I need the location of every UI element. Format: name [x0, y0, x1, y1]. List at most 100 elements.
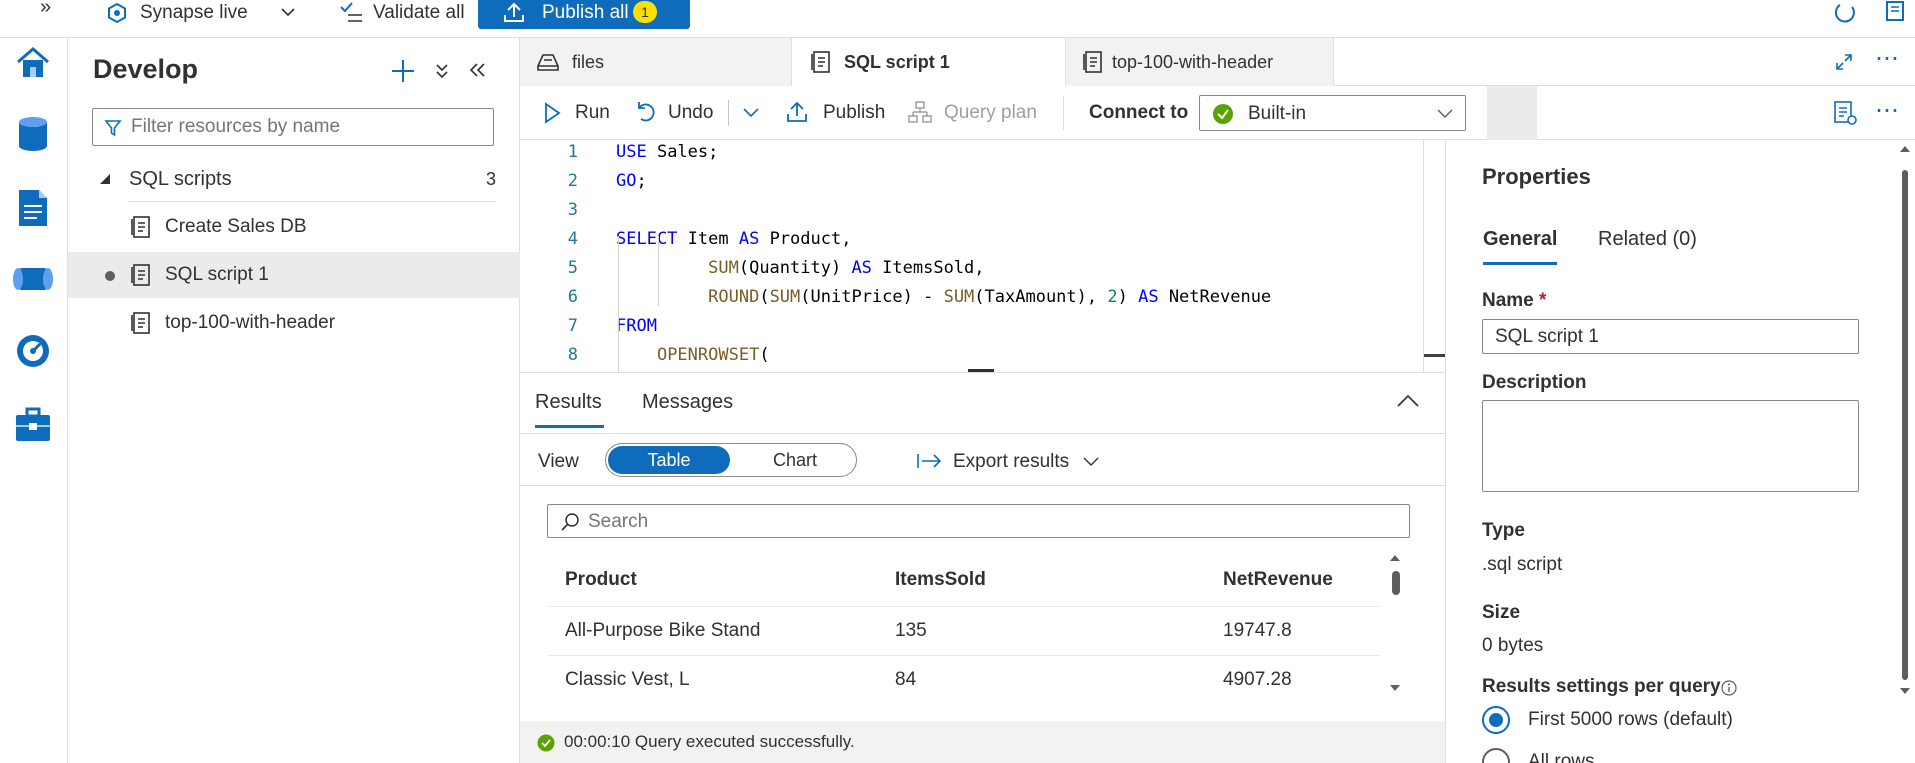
- script-icon: [810, 50, 832, 74]
- publish-all-button[interactable]: Publish all 1: [478, 0, 690, 29]
- chevron-down-icon[interactable]: [280, 6, 296, 18]
- code-token: (: [759, 287, 770, 307]
- more-tabs-icon[interactable]: ⋯: [1875, 44, 1900, 73]
- description-label: Description: [1482, 372, 1587, 393]
- tab-general[interactable]: General: [1483, 228, 1557, 251]
- publish-icon: [785, 100, 809, 124]
- column-header-itemssold[interactable]: ItemsSold: [895, 569, 986, 591]
- code-token: AS: [1138, 287, 1159, 307]
- tab-messages[interactable]: Messages: [642, 391, 733, 414]
- home-icon[interactable]: [14, 44, 52, 82]
- radio-all-rows[interactable]: [1482, 748, 1510, 763]
- code-token: OPENROWSET: [656, 345, 760, 365]
- sql-scripts-section[interactable]: SQL scripts 3: [68, 156, 520, 202]
- code-token: SUM: [943, 287, 975, 307]
- undo-menu-chevron-icon[interactable]: [742, 107, 760, 119]
- filter-input[interactable]: [131, 115, 481, 139]
- code-token: AS: [738, 229, 760, 249]
- connected-check-icon: [1212, 103, 1234, 125]
- radio-first-5000-rows[interactable]: [1482, 706, 1510, 734]
- discard-icon[interactable]: [1884, 0, 1906, 24]
- connection-select[interactable]: Built-in: [1199, 95, 1466, 131]
- tab-sql-script-1[interactable]: SQL script 1: [792, 38, 1317, 86]
- export-results-button[interactable]: Export results: [953, 451, 1069, 473]
- editor-scrollbar[interactable]: [1423, 140, 1445, 372]
- tab-results[interactable]: Results: [535, 391, 602, 414]
- tab-files[interactable]: files: [520, 38, 792, 86]
- tab-label: files: [572, 52, 605, 72]
- description-input[interactable]: [1483, 401, 1858, 491]
- run-button[interactable]: Run: [575, 102, 610, 124]
- validate-all-button[interactable]: Validate all: [373, 0, 465, 26]
- collapse-pane-icon[interactable]: [468, 62, 486, 78]
- active-tab-underline: [1483, 262, 1557, 265]
- size-value: 0 bytes: [1482, 635, 1544, 656]
- column-header-product[interactable]: Product: [565, 569, 637, 591]
- code-editor[interactable]: 1 2 3 4 5 6 7 8 USE Sales; GO; SELECT Item AS Pro…: [520, 140, 1445, 372]
- add-icon[interactable]: [390, 58, 416, 84]
- develop-hub-icon[interactable]: [17, 188, 49, 228]
- info-icon[interactable]: [1721, 680, 1737, 696]
- code-token: SUM: [769, 287, 801, 307]
- description-field[interactable]: [1482, 400, 1859, 492]
- table-row[interactable]: Classic Vest, L 84 4907.28: [547, 655, 1380, 704]
- expand-icon[interactable]: »: [40, 0, 51, 17]
- radio-first-5000-label[interactable]: First 5000 rows (default): [1528, 709, 1733, 731]
- results-divider: [520, 485, 1445, 486]
- tab-top-100-with-header[interactable]: top-100-with-header: [1066, 38, 1334, 86]
- results-scrollbar[interactable]: [1386, 549, 1404, 697]
- search-input[interactable]: [588, 510, 1388, 534]
- properties-toggle-icon[interactable]: [1487, 86, 1537, 140]
- tree-item-label: Create Sales DB: [165, 216, 307, 237]
- refresh-icon[interactable]: [1832, 1, 1858, 25]
- integrate-hub-icon[interactable]: [12, 262, 54, 296]
- data-hub-icon[interactable]: [16, 114, 50, 154]
- line-number: 6: [567, 287, 578, 307]
- script-icon: [130, 215, 152, 239]
- view-table-option[interactable]: Table: [608, 446, 730, 474]
- monitor-hub-icon[interactable]: [14, 332, 52, 370]
- collapse-all-icon[interactable]: [434, 62, 450, 80]
- collapse-results-icon[interactable]: [1396, 393, 1420, 409]
- filter-resources-field[interactable]: [92, 108, 494, 146]
- radio-all-rows-label[interactable]: All rows: [1528, 751, 1595, 763]
- cell-itemssold: 135: [895, 620, 927, 641]
- chevron-down-icon[interactable]: [1082, 456, 1100, 468]
- indent-guide: [658, 236, 659, 306]
- publish-button[interactable]: Publish: [823, 102, 885, 124]
- code-token: (Quantity): [738, 258, 852, 278]
- workspace-mode-label[interactable]: Synapse live: [140, 0, 248, 26]
- query-plan-button: Query plan: [944, 102, 1037, 123]
- code-token: (TaxAmount),: [974, 287, 1108, 307]
- code-token: ;: [636, 171, 647, 191]
- editor-tab-strip: files SQL script 1 top-100-with-header ⋯: [520, 38, 1915, 86]
- view-toggle[interactable]: Table Chart: [605, 443, 857, 477]
- table-row[interactable]: All-Purpose Bike Stand 135 19747.8: [547, 606, 1380, 655]
- code-line: FROM: [616, 316, 657, 336]
- manage-hub-icon[interactable]: [14, 406, 52, 444]
- tree-item-sql-script-1[interactable]: SQL script 1: [68, 252, 520, 298]
- code-line: SELECT Item AS Product,: [616, 229, 851, 249]
- view-chart-option[interactable]: Chart: [738, 446, 852, 474]
- indent-guide: [618, 236, 619, 372]
- properties-scrollbar[interactable]: [1898, 140, 1912, 700]
- code-token: ItemsSold,: [871, 258, 985, 278]
- script-icon: [130, 311, 152, 335]
- undo-button[interactable]: Undo: [668, 102, 713, 124]
- name-input[interactable]: [1495, 325, 1845, 349]
- name-label-text: Name: [1482, 290, 1534, 311]
- tree-item-top-100-with-header[interactable]: top-100-with-header: [68, 300, 520, 346]
- maximize-icon[interactable]: [1834, 52, 1854, 72]
- tree-item-create-sales-db[interactable]: Create Sales DB: [68, 204, 520, 250]
- query-plan-icon: [907, 100, 933, 124]
- results-settings-label: Results settings per query: [1482, 676, 1721, 697]
- column-header-netrevenue[interactable]: NetRevenue: [1223, 569, 1333, 591]
- tab-related[interactable]: Related (0): [1598, 228, 1697, 251]
- name-field[interactable]: [1482, 319, 1859, 354]
- code-line: OPENROWSET(: [616, 345, 770, 365]
- more-toolbar-icon[interactable]: ⋯: [1875, 96, 1899, 125]
- results-search-field[interactable]: [547, 504, 1410, 538]
- publish-all-label: Publish all: [542, 2, 629, 23]
